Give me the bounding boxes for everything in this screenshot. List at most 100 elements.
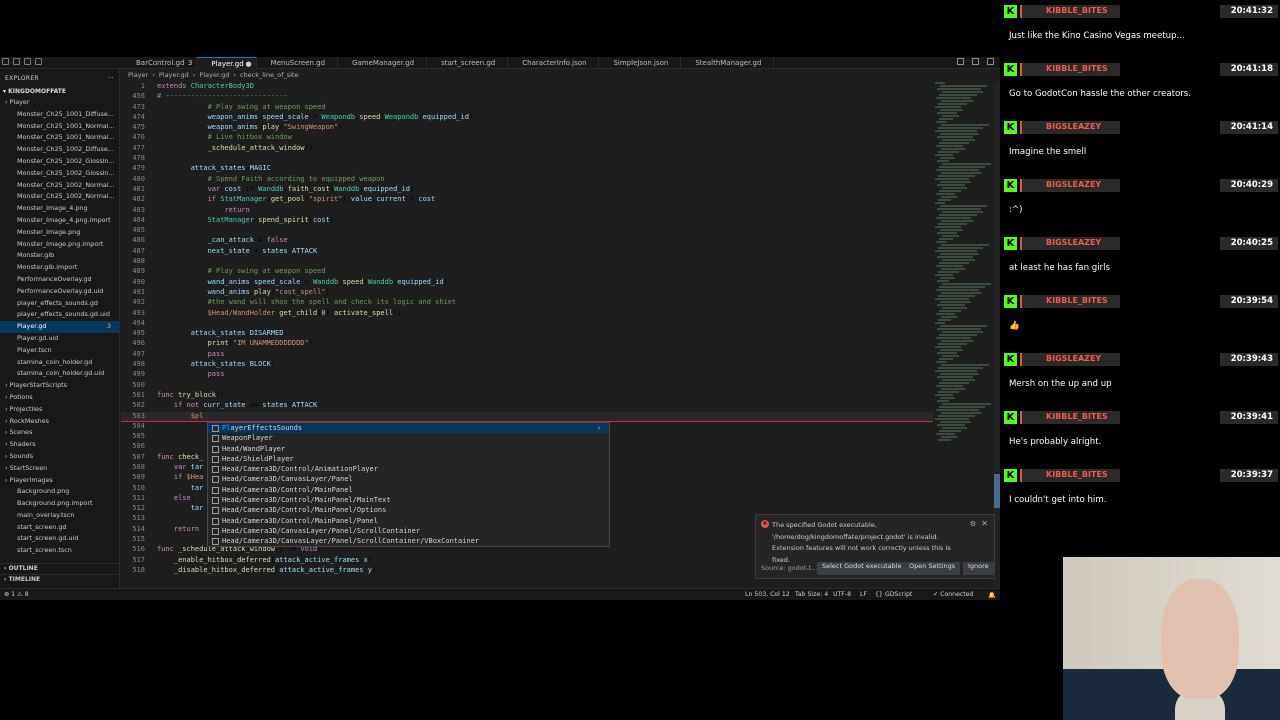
chat-username[interactable]: KIBBLE_BITES — [1046, 296, 1108, 305]
autocomplete-item[interactable]: Head/Camera3D/CanvasLayer/Panel/ScrollCo… — [208, 536, 609, 546]
code-line[interactable]: 491 wand_anims.play("cast_spell") — [121, 288, 933, 298]
cursor-position[interactable]: Ln 503, Col 12 — [745, 591, 790, 598]
encoding[interactable]: UTF-8 — [833, 591, 851, 598]
code-line[interactable]: 481 var cost := Wanddb.faith_cost(Wanddb… — [121, 185, 933, 195]
outline-section[interactable]: › OUTLINE — [0, 563, 119, 573]
tree-folder[interactable]: › Shaders — [0, 439, 119, 451]
language-mode[interactable]: {} GDScript — [875, 591, 912, 598]
code-line[interactable]: 497 pass — [121, 350, 933, 360]
editor-tab[interactable]: BarControl.gd 3 — [122, 57, 198, 69]
tree-file[interactable]: Monster_Image_4.png — [0, 203, 119, 215]
editor-tab[interactable]: StealthManager.gd — [681, 57, 775, 69]
autocomplete-item[interactable]: Head/Camera3D/Control/MainPanel/MainText — [208, 495, 609, 505]
tree-file[interactable]: Background.png.import — [0, 498, 119, 510]
tree-file[interactable]: stamina_coin_holder.gd.uid — [0, 368, 119, 380]
tree-folder[interactable]: › RockMeshes — [0, 416, 119, 428]
code-line[interactable]: 456 # ----------------------------- — [121, 92, 933, 102]
run-icon[interactable] — [957, 58, 964, 65]
code-line[interactable]: 475 weapon_anims.play("SwingWeapon") — [121, 123, 933, 133]
code-line[interactable]: 492 #the wand will shoo the spell and ch… — [121, 298, 933, 308]
new-folder-icon[interactable] — [13, 58, 20, 65]
tree-folder[interactable]: › Scenes — [0, 427, 119, 439]
autocomplete-item[interactable]: Head/Camera3D/Control/MainPanel/Panel — [208, 516, 609, 526]
code-line[interactable]: 482 if StatManager.get_pool("spirit").va… — [121, 195, 933, 205]
problems-count[interactable]: ⊗ 1 ⚠ 8 — [4, 591, 29, 598]
autocomplete-item[interactable]: Head/Camera3D/CanvasLayer/Panel/ScrollCo… — [208, 526, 609, 536]
editor-tab[interactable]: CharacterInfo.json — [508, 57, 600, 69]
tab-dirty-indicator[interactable]: ● — [246, 60, 252, 68]
tab-dirty-indicator[interactable]: 3 — [188, 59, 192, 67]
tree-file[interactable]: Monster_Image.png — [0, 227, 119, 239]
ignore-button[interactable]: Ignore — [963, 562, 994, 575]
tree-file[interactable]: stamina_coin_holder.gd — [0, 357, 119, 369]
code-line[interactable]: 502 if not curr_state == states.ATTACK: — [121, 401, 933, 411]
tree-file[interactable]: Monster.glb — [0, 250, 119, 262]
bell-icon[interactable]: 🔔 — [988, 591, 996, 599]
tree-file[interactable]: Monster_Ch25_1002_Diffuse... — [0, 144, 119, 156]
tree-file[interactable]: PerformanceOverlay.gd — [0, 274, 119, 286]
code-line[interactable]: 473 # Play swing at weapon speed — [121, 103, 933, 113]
tree-file[interactable]: Monster_Ch25_1002_Glossin... — [0, 168, 119, 180]
tree-file[interactable]: start_screen.gd — [0, 522, 119, 534]
breadcrumb-item[interactable]: Player — [128, 71, 148, 79]
tab-size[interactable]: Tab Size: 4 — [795, 591, 828, 598]
chat-username[interactable]: KIBBLE_BITES — [1046, 64, 1108, 73]
chat-username[interactable]: BIGSLEAZEY — [1046, 354, 1101, 363]
code-line[interactable]: 503 $pl — [121, 411, 933, 422]
code-line[interactable]: 488 — [121, 257, 933, 267]
editor-tab[interactable]: SimpleJson.json — [599, 57, 682, 69]
editor-tab[interactable]: MenuScreen.gd — [257, 57, 339, 69]
autocomplete-item[interactable]: Head/ShieldPlayer — [208, 454, 609, 464]
tree-file[interactable]: Monster_Ch25_1001_Normal... — [0, 132, 119, 144]
chat-username[interactable]: KIBBLE_BITES — [1046, 470, 1108, 479]
tree-file[interactable]: Monster_Ch25_1002_Normal... — [0, 180, 119, 192]
collapse-icon[interactable] — [35, 58, 42, 65]
autocomplete-item[interactable]: Head/WandPlayer — [208, 444, 609, 454]
code-line[interactable]: 478 — [121, 154, 933, 164]
tree-folder[interactable]: › PlayerImages — [0, 475, 119, 487]
code-line[interactable]: 493 $Head/WandHolder.get_child(0).activa… — [121, 309, 933, 319]
tree-file[interactable]: start_screen.tscn — [0, 545, 119, 557]
code-line[interactable]: 499 pass — [121, 370, 933, 380]
code-line[interactable]: 495 attack_states.DISARMED: — [121, 329, 933, 339]
tree-file[interactable]: Monster_Image_4.png.import — [0, 215, 119, 227]
project-root[interactable]: ▾ KINGDOMOFFATE — [0, 86, 119, 97]
code-line[interactable]: 476 # Live hitbox window — [121, 133, 933, 143]
select-godot-executable-button[interactable]: Select Godot executable — [817, 562, 907, 575]
refresh-icon[interactable] — [24, 58, 31, 65]
tree-folder[interactable]: › Player — [0, 97, 119, 109]
breadcrumb-item[interactable]: check_line_of_site — [240, 71, 299, 79]
split-editor-icon[interactable] — [972, 58, 979, 65]
code-line[interactable]: 1 extends CharacterBody3D — [121, 82, 933, 92]
chat-username[interactable]: KIBBLE_BITES — [1046, 412, 1108, 421]
line-ending[interactable]: LF — [860, 591, 867, 598]
code-line[interactable]: 483 return — [121, 206, 933, 216]
tree-file[interactable]: Monster_Ch25_1002_Normal... — [0, 191, 119, 203]
code-line[interactable]: 487 next_state = states.ATTACK — [121, 247, 933, 257]
tree-file[interactable]: Player.gd.uid — [0, 333, 119, 345]
code-line[interactable]: 485 — [121, 226, 933, 236]
editor-tab[interactable]: Player.gd ● — [197, 57, 257, 69]
code-line[interactable]: 484 StatManager.spend_spirit(cost) — [121, 216, 933, 226]
tree-folder[interactable]: › StartScreen — [0, 463, 119, 475]
tree-file[interactable]: Player.tscn — [0, 345, 119, 357]
code-line[interactable]: 474 weapon_anims.speed_scale = Weapondb.… — [121, 113, 933, 123]
code-line[interactable]: 477 _schedule_attack_window() — [121, 144, 933, 154]
code-line[interactable]: 490 wand_anims.speed_scale = Wanddb.spee… — [121, 278, 933, 288]
breadcrumb-item[interactable]: Player.gd — [199, 71, 229, 79]
tree-file[interactable]: Player.gd 3 — [0, 321, 119, 333]
chat-username[interactable]: KIBBLE_BITES — [1046, 6, 1108, 15]
breadcrumb-item[interactable]: Player.gd — [159, 71, 189, 79]
tree-folder[interactable]: › PlayerStartScripts — [0, 380, 119, 392]
code-line[interactable]: 489 # Play swing at weapon speed — [121, 267, 933, 277]
code-line[interactable]: 501 func try_block(): — [121, 391, 933, 401]
editor-tab[interactable]: GameManager.gd — [338, 57, 428, 69]
code-line[interactable]: 496 print("IM UNAMMEDDDDDDD") — [121, 339, 933, 349]
autocomplete-item[interactable]: Head/Camera3D/CanvasLayer/Panel — [208, 474, 609, 484]
tree-file[interactable]: start_screen.gd.uid — [0, 533, 119, 545]
connection-status[interactable]: ✓ Connected — [933, 591, 973, 598]
code-line[interactable]: 486 _can_attack = false — [121, 236, 933, 246]
tree-file[interactable]: main_overlay.tscn — [0, 510, 119, 522]
more-actions-icon[interactable] — [987, 58, 994, 65]
tree-file[interactable]: PerformanceOverlay.gd.uid — [0, 286, 119, 298]
